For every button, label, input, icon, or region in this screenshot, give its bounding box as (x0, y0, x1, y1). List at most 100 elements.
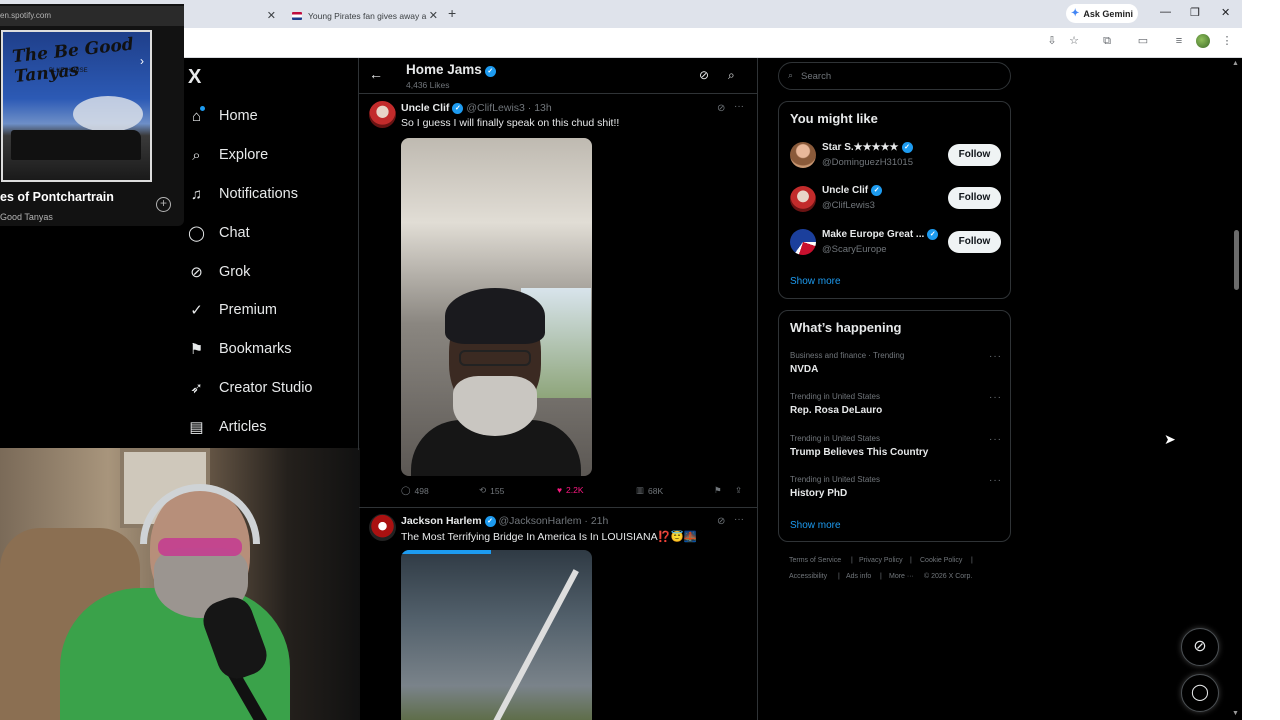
nav-grok[interactable]: ⊘ Grok (188, 260, 250, 284)
media-controls-icon[interactable]: ≡ (1172, 34, 1186, 48)
verified-badge-icon: ✓ (927, 229, 939, 240)
bookmark-icon[interactable]: ⚑ (714, 485, 722, 496)
nav-home[interactable]: ⌂ Home (188, 104, 258, 128)
more-options-icon[interactable]: ··· (734, 101, 744, 112)
split-view-icon[interactable]: ▭ (1136, 34, 1150, 48)
grok-icon[interactable]: ⊘ (699, 68, 709, 82)
nav-premium[interactable]: ✓ Premium (188, 298, 277, 322)
trend-name[interactable]: Rep. Rosa DeLauro (790, 405, 882, 416)
back-arrow-icon[interactable]: ← (369, 66, 383, 82)
spotify-mini-player: en.spotify.com The Be Good Tanyas BLUE H… (0, 4, 184, 226)
browser-menu-icon[interactable]: ⋮ (1220, 34, 1234, 48)
footer-cookie-link[interactable]: Cookie Policy (920, 557, 962, 564)
profile-avatar[interactable] (1196, 34, 1210, 48)
trend-context: Business and finance · Trending (790, 351, 905, 360)
scroll-up-arrow-icon[interactable]: ▲ (1232, 60, 1239, 67)
chat-float-button[interactable]: ◯ (1181, 674, 1219, 712)
install-app-icon[interactable]: ⇩ (1045, 34, 1059, 48)
song-title[interactable]: es of Pontchartrain (0, 190, 114, 204)
scrollbar[interactable] (1230, 58, 1242, 720)
nav-notifications[interactable]: ♫ Notifications (188, 182, 298, 206)
like-button[interactable]: ♥ 2.2K (557, 485, 584, 495)
post-video[interactable] (401, 138, 592, 476)
post-author[interactable]: Jackson Harlem ✓ @JacksonHarlem · 21h (401, 515, 608, 527)
follow-button[interactable]: Follow (948, 187, 1001, 209)
suggestion-name[interactable]: Uncle Clif ✓ (822, 185, 883, 196)
browser-tab-pirates[interactable]: Young Pirates fan gives away a ✕ (284, 4, 444, 28)
trend-name[interactable]: NVDA (790, 364, 818, 375)
post-text: The Most Terrifying Bridge In America Is… (401, 531, 697, 543)
more-options-icon[interactable]: ··· (989, 392, 1002, 403)
suggestion-handle: @ScaryEurope (822, 244, 887, 255)
search-input[interactable]: ⌕ Search (778, 62, 1011, 90)
grok-icon[interactable]: ⊘ (717, 103, 725, 114)
grok-icon: ⊘ (1193, 638, 1207, 655)
suggestion-name[interactable]: Star S.★★★★★ ✓ (822, 142, 913, 153)
search-placeholder: Search (801, 71, 832, 82)
bookmark-star-icon[interactable]: ☆ (1067, 34, 1081, 48)
avatar[interactable] (369, 514, 396, 541)
reply-icon: ◯ (401, 485, 411, 495)
nav-explore[interactable]: ⌕ Explore (188, 143, 268, 167)
chevron-right-icon[interactable]: › (140, 54, 144, 68)
close-tab-icon[interactable]: ✕ (267, 9, 276, 22)
close-window-button[interactable]: ✕ (1221, 6, 1230, 19)
avatar[interactable] (369, 101, 396, 128)
webcam-overlay (0, 448, 360, 720)
avatar[interactable] (790, 229, 816, 255)
show-more-link[interactable]: Show more (790, 520, 841, 531)
nav-label: Grok (219, 264, 251, 280)
x-logo[interactable]: X (188, 66, 201, 89)
suggestion-name[interactable]: Make Europe Great ... ✓ (822, 229, 939, 240)
post-time: · 13h (527, 102, 552, 114)
views-button[interactable]: ▥ 68K (636, 485, 663, 496)
ask-gemini-button[interactable]: ✦ Ask Gemini (1066, 4, 1138, 23)
new-tab-button[interactable]: + (448, 5, 456, 21)
post-video[interactable] (401, 550, 592, 720)
close-tab-icon[interactable]: ✕ (429, 9, 438, 22)
nav-label: Creator Studio (219, 380, 313, 396)
trend-name[interactable]: Trump Believes This Country (790, 447, 928, 458)
minimize-button[interactable]: — (1160, 6, 1171, 18)
nav-chat[interactable]: ◯ Chat (188, 221, 250, 245)
add-to-library-icon[interactable]: + (156, 197, 171, 212)
artist-name[interactable]: Good Tanyas (0, 212, 53, 222)
follow-button[interactable]: Follow (948, 144, 1001, 166)
browser-tab[interactable]: ✕ (186, 4, 282, 28)
restore-button[interactable]: ❐ (1190, 6, 1200, 19)
nav-bookmarks[interactable]: ⚑ Bookmarks (188, 337, 292, 361)
extensions-icon[interactable]: ⧉ (1100, 34, 1114, 48)
scroll-down-arrow-icon[interactable]: ▼ (1232, 710, 1239, 717)
more-options-icon[interactable]: ··· (989, 475, 1002, 486)
scrollbar-thumb[interactable] (1234, 230, 1239, 290)
repost-button[interactable]: ⟲ 155 (479, 485, 504, 496)
nav-articles[interactable]: ▤ Articles (188, 415, 266, 439)
grok-float-button[interactable]: ⊘ (1181, 628, 1219, 666)
avatar[interactable] (790, 142, 816, 168)
show-more-link[interactable]: Show more (790, 276, 841, 287)
footer-ads-link[interactable]: Ads info (846, 573, 871, 580)
more-options-icon[interactable]: ··· (989, 351, 1002, 362)
search-icon: ⌕ (192, 146, 201, 164)
grok-icon[interactable]: ⊘ (717, 516, 725, 527)
more-options-icon[interactable]: ··· (989, 434, 1002, 445)
nav-label: Explore (219, 147, 269, 163)
reply-button[interactable]: ◯ 498 (401, 485, 429, 496)
trend-name[interactable]: History PhD (790, 488, 847, 499)
video-bridge-rail (489, 569, 579, 720)
album-art[interactable]: The Be Good Tanyas BLUE HORSE › (1, 30, 152, 182)
footer-terms-link[interactable]: Terms of Service (789, 557, 841, 564)
bookmark-icon: ⚑ (189, 341, 204, 358)
follow-button[interactable]: Follow (948, 231, 1001, 253)
nav-creator-studio[interactable]: ➶ Creator Studio (188, 376, 313, 400)
search-icon[interactable]: ⌕ (728, 68, 735, 83)
footer-more-link[interactable]: More ··· (889, 573, 914, 580)
avatar[interactable] (790, 186, 816, 212)
share-icon[interactable]: ⇪ (735, 485, 742, 496)
views-count: 68K (648, 485, 664, 496)
post-author[interactable]: Uncle Clif ✓ @ClifLewis3 · 13h (401, 102, 552, 114)
more-options-icon[interactable]: ··· (734, 514, 744, 525)
footer-privacy-link[interactable]: Privacy Policy (859, 557, 903, 564)
spotify-url: en.spotify.com (0, 6, 184, 26)
footer-accessibility-link[interactable]: Accessibility (789, 573, 827, 580)
